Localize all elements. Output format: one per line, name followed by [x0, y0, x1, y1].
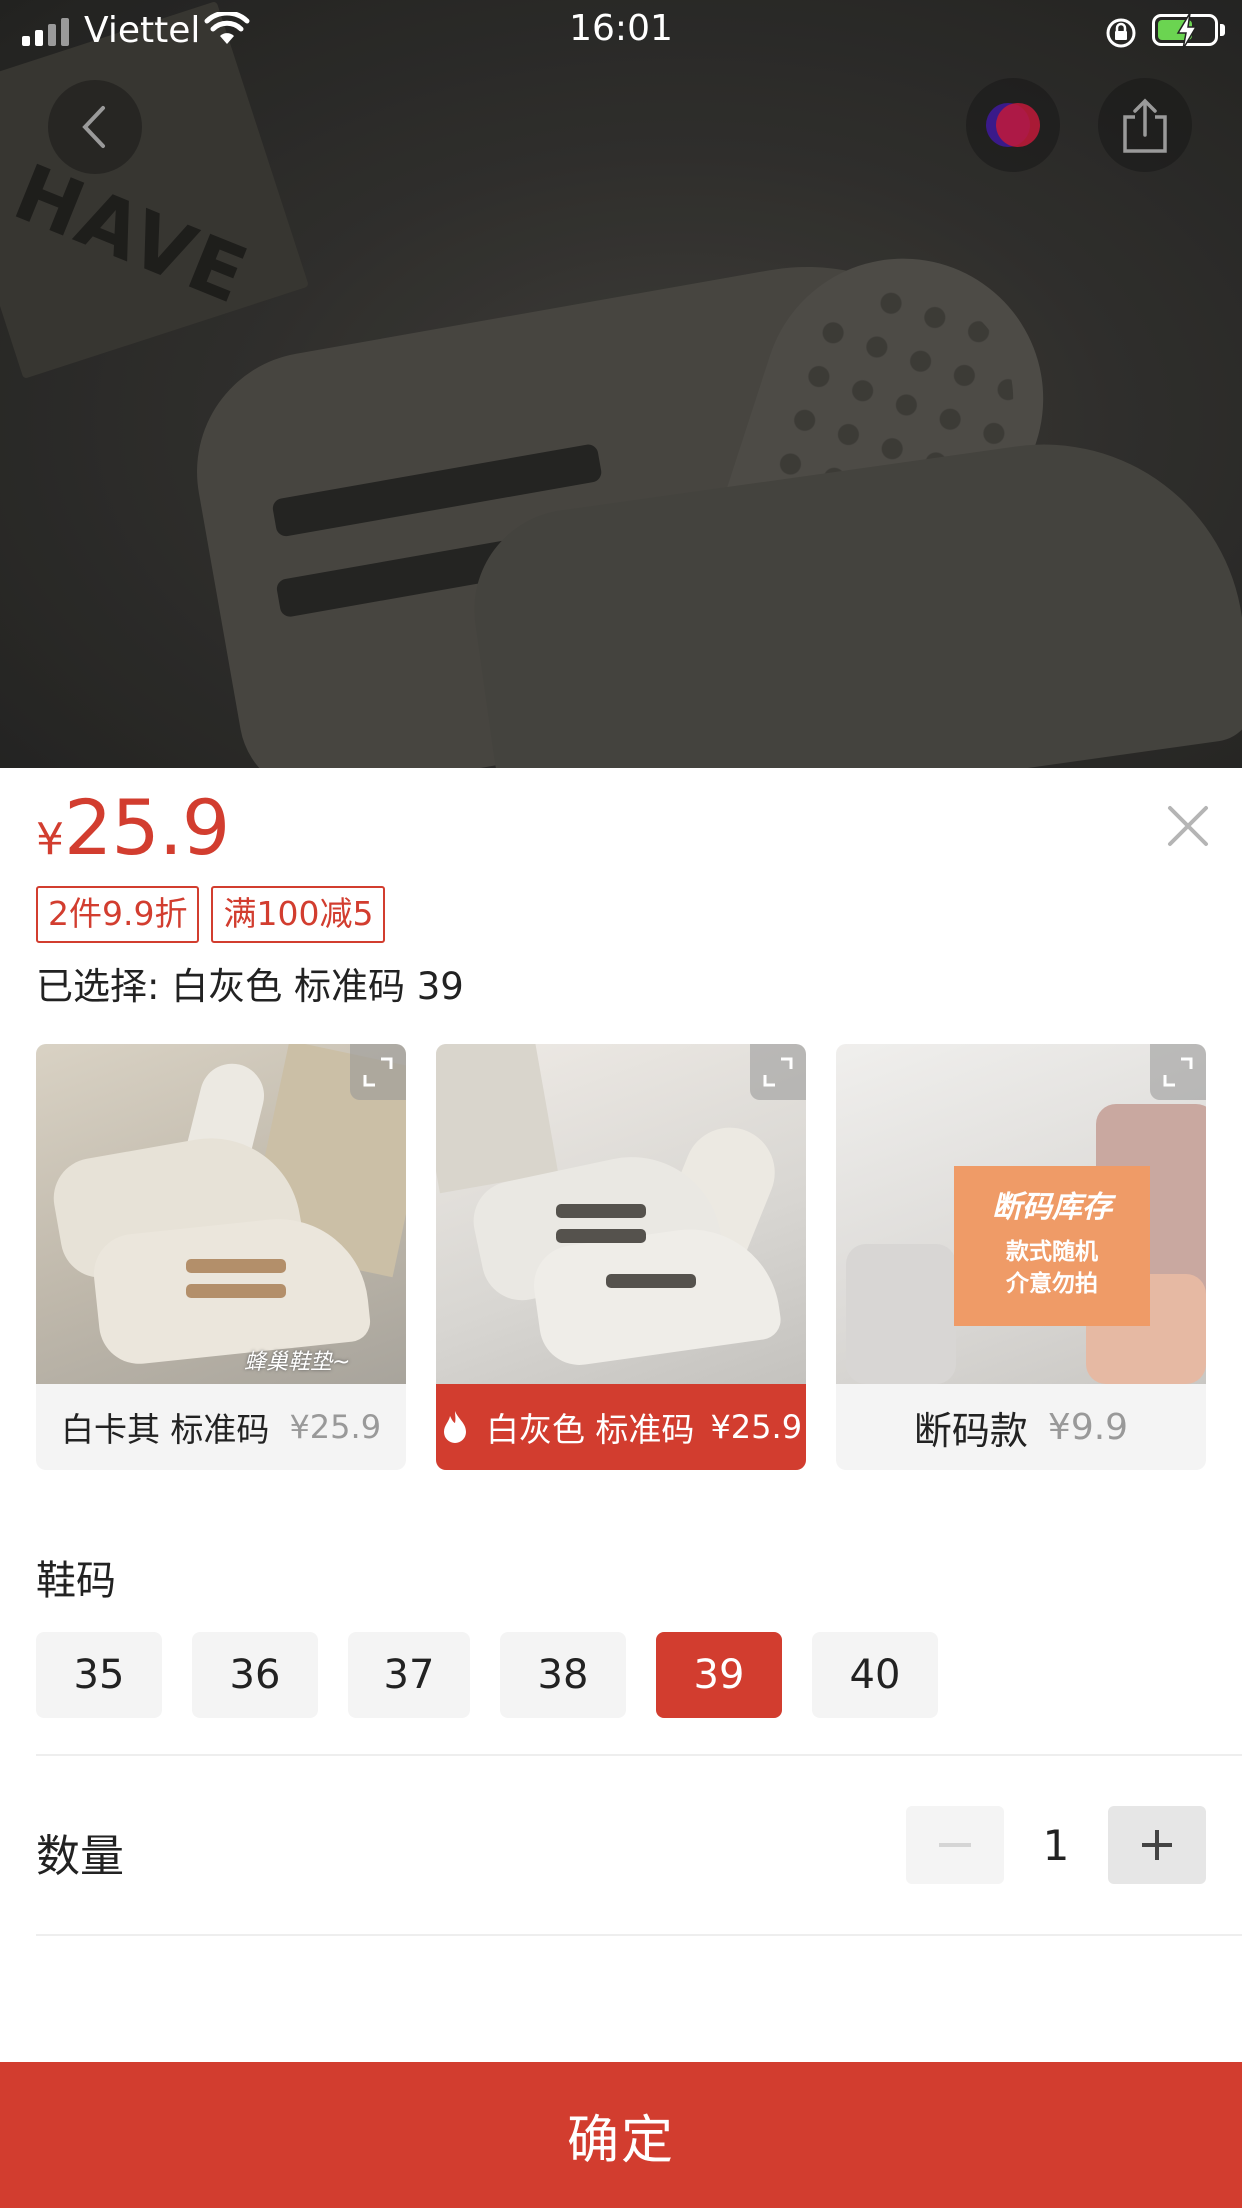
size-option-35[interactable]: 35: [36, 1632, 162, 1718]
hot-flame-icon: [443, 1411, 466, 1443]
variant-caption: 白卡其 标准码 ¥25.9: [36, 1384, 406, 1470]
variant-price: ¥25.9: [710, 1408, 803, 1446]
confirm-button[interactable]: 确定: [0, 2062, 1242, 2208]
expand-button[interactable]: [1150, 1044, 1206, 1100]
expand-button[interactable]: [350, 1044, 406, 1100]
size-option-38[interactable]: 38: [500, 1632, 626, 1718]
variant-price: ¥25.9: [289, 1408, 382, 1446]
clearance-line-1: 款式随机: [1006, 1239, 1098, 1265]
share-button[interactable]: [1098, 78, 1192, 172]
promo-tags: 2件9.9折 满100减5: [36, 886, 386, 943]
size-section-title: 鞋码: [36, 1558, 116, 1604]
variant-price: ¥9.9: [1047, 1406, 1129, 1448]
product-photo: HAVE Viettel 16:01: [0, 0, 1242, 768]
price: ¥25.9: [36, 790, 230, 866]
variant-label: 白卡其 标准码: [60, 1410, 270, 1449]
clearance-line-2: 介意勿拍: [1006, 1271, 1098, 1297]
variant-card-white-gray[interactable]: 白灰色 标准码 ¥25.9: [436, 1044, 806, 1470]
price-value: 25.9: [64, 783, 230, 872]
share-icon: [1123, 98, 1167, 153]
size-option-37[interactable]: 37: [348, 1632, 470, 1718]
variant-sticker: 蜂巢鞋垫~: [244, 1350, 351, 1375]
clearance-title: 断码库存: [992, 1190, 1112, 1225]
quantity-label: 数量: [36, 1831, 124, 1882]
variant-label: 断码款: [913, 1408, 1028, 1453]
decrease-button[interactable]: [906, 1806, 1004, 1884]
variant-card-odd-sizes[interactable]: 断码库存 款式随机 介意勿拍 断码款 ¥9.9: [836, 1044, 1206, 1470]
minus-icon: [939, 1843, 971, 1847]
orientation-lock-icon: [1104, 16, 1138, 59]
quantity-value[interactable]: 1: [1004, 1821, 1108, 1870]
size-option-36[interactable]: 36: [192, 1632, 318, 1718]
divider: [36, 1754, 1242, 1756]
price-currency: ¥: [36, 814, 64, 865]
promo-tag: 满100减5: [211, 886, 386, 943]
expand-icon: [363, 1057, 393, 1087]
variant-label: 白灰色 标准码: [485, 1410, 695, 1449]
quantity-stepper: 1: [906, 1806, 1206, 1884]
battery-charging-icon: [1152, 12, 1218, 50]
status-time: 16:01: [569, 8, 673, 49]
close-icon: [1168, 806, 1208, 846]
screenshot-capture-button[interactable]: [966, 78, 1060, 172]
variant-caption: 白灰色 标准码 ¥25.9: [436, 1384, 806, 1470]
variant-caption: 断码款 ¥9.9: [836, 1384, 1206, 1470]
status-bar: Viettel 16:01: [0, 0, 1242, 62]
divider: [36, 1934, 1242, 1936]
plus-icon: [1142, 1830, 1172, 1860]
expand-icon: [1163, 1057, 1193, 1087]
variant-card-white-khaki[interactable]: 蜂巢鞋垫~ 白卡其 标准码 ¥25.9: [36, 1044, 406, 1470]
size-option-39[interactable]: 39: [656, 1632, 782, 1718]
expand-button[interactable]: [750, 1044, 806, 1100]
clearance-banner: 断码库存 款式随机 介意勿拍: [954, 1166, 1150, 1326]
size-option-40[interactable]: 40: [812, 1632, 938, 1718]
increase-button[interactable]: [1108, 1806, 1206, 1884]
screenshot-capture-icon: [986, 103, 1040, 147]
sku-selector-sheet: ¥25.9 2件9.9折 满100减5 已选择: 白灰色 标准码 39 蜂巢鞋垫…: [0, 768, 1242, 2208]
close-button[interactable]: [1160, 798, 1216, 854]
back-button[interactable]: [48, 80, 142, 174]
promo-tag: 2件9.9折: [36, 886, 200, 943]
selected-summary: 已选择: 白灰色 标准码 39: [36, 965, 464, 1008]
size-options: 35 36 37 38 39 40: [36, 1632, 938, 1718]
variant-list: 蜂巢鞋垫~ 白卡其 标准码 ¥25.9 白灰色 标准码 ¥25.9 断码库存 款…: [36, 1044, 1206, 1470]
expand-icon: [763, 1057, 793, 1087]
back-icon: [82, 106, 105, 148]
